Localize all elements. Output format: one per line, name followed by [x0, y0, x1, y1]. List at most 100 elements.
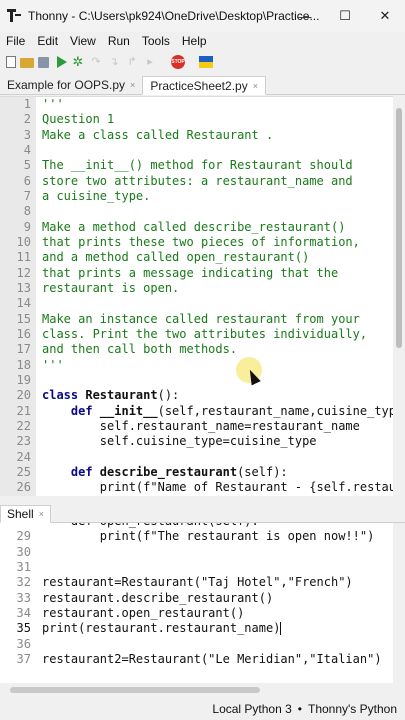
line-number: 33 [16, 590, 31, 605]
code-content: and then call both methods. [42, 342, 238, 357]
minimize-button[interactable]: — [285, 0, 325, 32]
line-number: 17 [16, 342, 31, 357]
code-text: store two attributes: a restaurant_name … [42, 174, 353, 189]
menu-file[interactable]: File [0, 34, 31, 48]
code-line: 31 [0, 560, 393, 575]
code-content: print(restaurant.restaurant_name) [42, 621, 281, 636]
line-number: 2 [23, 112, 31, 127]
shell-tab-bar: Shell × [0, 505, 405, 523]
stop-icon[interactable]: STOP [171, 55, 185, 69]
line-number: 15 [16, 311, 31, 326]
code-line: 23 self.cuisine_type=cuisine_type [0, 434, 393, 449]
line-number: 1 [23, 97, 31, 111]
interpreter-name[interactable]: Thonny's Python [308, 702, 397, 716]
line-number: 34 [16, 605, 31, 620]
code-line: 26 print(f"Name of Restaurant - {self.re… [0, 480, 393, 495]
tab-shell[interactable]: Shell × [0, 505, 51, 523]
menu-tools[interactable]: Tools [136, 34, 176, 48]
code-text: print(restaurant.restaurant_name) [42, 621, 282, 636]
code-content: self.restaurant_name=restaurant_name [42, 418, 360, 433]
close-window-button[interactable]: ✕ [365, 0, 405, 32]
line-number: 26 [16, 480, 31, 495]
tab-example-for-oops[interactable]: Example for OOPS.py × [0, 75, 142, 94]
new-file-icon[interactable] [6, 56, 16, 68]
title-bar: Thonny - C:\Users\pk924\OneDrive\Desktop… [0, 0, 405, 32]
code-line: 20 class Restaurant(): [0, 388, 393, 403]
code-identifier: describe_restaurant [99, 464, 238, 479]
line-number: 12 [16, 265, 31, 280]
code-content: ''' [42, 357, 64, 372]
line-number: 3 [23, 127, 31, 142]
shell-panel[interactable]: def open_restaurant(self):29 print(f"The… [0, 523, 393, 683]
code-text: restaurant.describe_restaurant() [42, 591, 273, 606]
code-text: restaurant.open_restaurant() [42, 606, 244, 621]
open-folder-icon[interactable] [20, 58, 34, 68]
tab-close-icon[interactable]: × [253, 81, 258, 91]
code-editor[interactable]: 1 ''' 2 Question 1 3 Make a class called Rest… [0, 96, 393, 496]
line-number: 30 [16, 544, 31, 559]
tab-close-icon[interactable]: × [130, 80, 135, 90]
code-text: that prints a message indicating that th… [42, 266, 338, 281]
code-line: 4 [0, 143, 393, 158]
tab-close-icon[interactable]: × [39, 509, 44, 519]
code-text: restaurant=Restaurant("Taj Hotel","Frenc… [42, 575, 353, 590]
menu-help[interactable]: Help [176, 34, 213, 48]
menu-edit[interactable]: Edit [31, 34, 64, 48]
maximize-button[interactable]: ☐ [325, 0, 365, 32]
code-text: restaurant is open. [42, 281, 179, 296]
code-line: 7 a cuisine_type. [0, 189, 393, 204]
code-line: 21 def __init__(self,restaurant_name,cui… [0, 404, 393, 419]
code-content: restaurant2=Restaurant("Le Meridian","It… [42, 651, 382, 666]
debug-icon[interactable]: ✲ [71, 55, 85, 69]
line-number: 6 [23, 173, 31, 188]
code-line: 35 print(restaurant.restaurant_name) [0, 621, 393, 636]
line-number: 25 [16, 464, 31, 479]
editor-tab-bar: Example for OOPS.py × PracticeSheet2.py … [0, 76, 405, 95]
interpreter-status[interactable]: Local Python 3 [212, 702, 291, 716]
code-content: store two attributes: a restaurant_name … [42, 173, 353, 188]
line-number: 8 [23, 204, 31, 219]
step-out-icon[interactable]: ↱ [125, 55, 139, 69]
line-number: 36 [16, 636, 31, 651]
code-text: class. Print the two attributes individu… [42, 327, 367, 342]
code-text: ''' [42, 97, 64, 112]
step-into-icon[interactable]: ↴ [107, 55, 121, 69]
code-content: Make an instance called restaurant from … [42, 311, 360, 326]
code-identifier: Restaurant [85, 388, 158, 403]
save-icon[interactable] [38, 56, 49, 68]
code-line: 8 [0, 204, 393, 219]
line-number: 32 [16, 575, 31, 590]
code-text: print(f"The restaurant is open now!!") [42, 529, 375, 544]
step-over-icon[interactable]: ↷ [89, 55, 103, 69]
code-content: The __init__() method for Restaurant sho… [42, 158, 353, 173]
horizontal-scrollbar[interactable] [0, 683, 393, 697]
status-bar: Local Python 3 • Thonny's Python [0, 698, 405, 720]
code-line: 33 restaurant.describe_restaurant() [0, 591, 393, 606]
tab-practicesheet2[interactable]: PracticeSheet2.py × [142, 76, 266, 95]
run-icon[interactable] [57, 56, 67, 68]
ukraine-flag-icon[interactable] [199, 56, 213, 68]
menu-run[interactable]: Run [102, 34, 136, 48]
tab-label: Shell [7, 507, 34, 521]
code-line: 15 Make an instance called restaurant fro… [0, 312, 393, 327]
menu-view[interactable]: View [64, 34, 102, 48]
line-number: 20 [16, 388, 31, 403]
line-number: 31 [16, 559, 31, 574]
code-line: 13 restaurant is open. [0, 281, 393, 296]
line-number: 11 [16, 250, 31, 265]
code-content: print(f"Name of Restaurant - {self.resta… [99, 480, 393, 495]
code-line: 18 ''' [0, 358, 393, 373]
code-text: Make a method called describe_restaurant… [42, 220, 345, 235]
code-text: and a method called open_restaurant() [42, 250, 309, 265]
code-line: 5 The __init__() method for Restaurant sh… [0, 158, 393, 173]
editor-vertical-scrollbar[interactable] [393, 96, 405, 496]
line-number: 4 [23, 142, 31, 157]
line-number: 16 [16, 326, 31, 341]
resume-icon[interactable]: ▸ [143, 55, 157, 69]
menu-bar: File Edit View Run Tools Help [0, 32, 405, 50]
code-line: 11 and a method called open_restaurant() [0, 250, 393, 265]
code-text: def describe_restaurant(self): [42, 465, 288, 480]
shell-vertical-scrollbar[interactable] [393, 523, 405, 683]
code-keyword: def [42, 464, 100, 479]
line-number: 5 [23, 158, 31, 173]
